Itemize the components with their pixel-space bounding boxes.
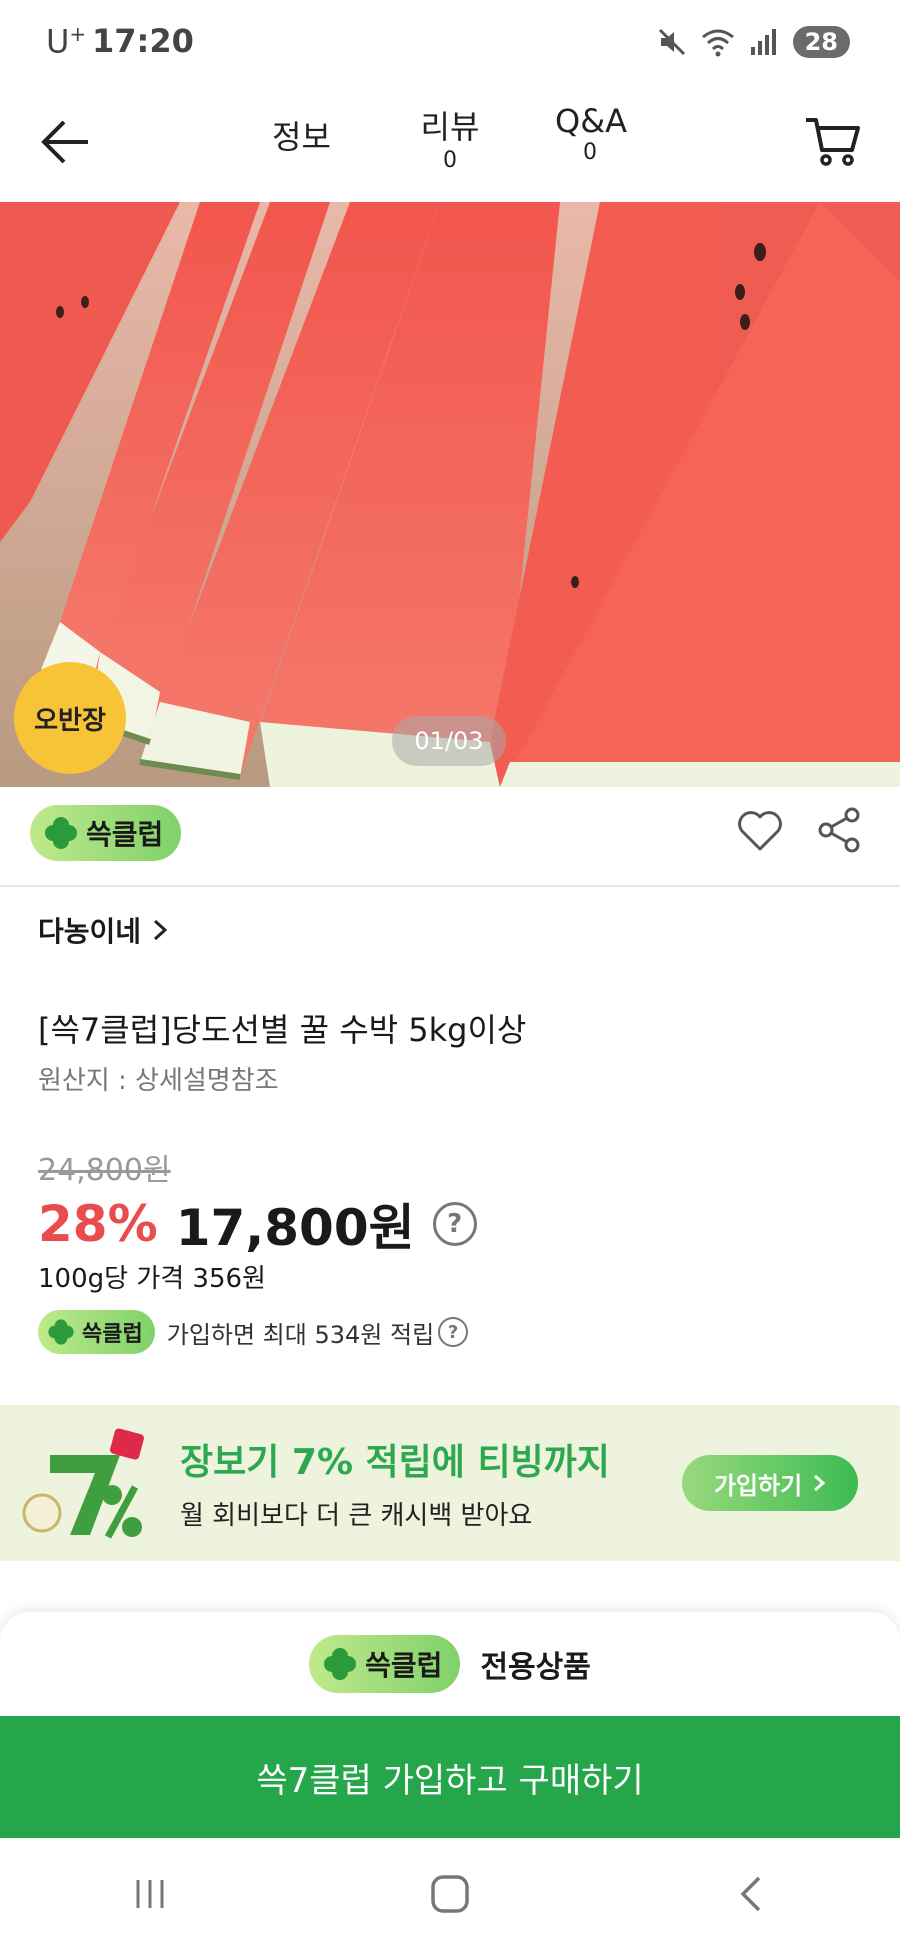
- purchase-sheet: 쓱클럽 전용상품 쓱7클럽 가입하고 구매하기: [0, 1612, 900, 1950]
- join-button[interactable]: 가입하기: [682, 1455, 858, 1511]
- cart-icon: [806, 118, 860, 166]
- club-badge: 쓱클럽: [30, 805, 182, 861]
- club-badge-sheet: 쓱클럽: [309, 1635, 461, 1693]
- chevron-left-icon: [740, 1876, 761, 1912]
- product-detail-screen: U+ 17:20 28 정보 리뷰 0 Q&A 0 오반장 01/03 쓱클럽 …: [0, 0, 900, 1950]
- exclusive-row: 쓱클럽 전용상품: [0, 1612, 900, 1716]
- unit-price: 100g당 가격 356원: [38, 1264, 266, 1294]
- battery-indicator: 28: [792, 26, 850, 58]
- tab-qa-count: 0: [583, 140, 597, 165]
- top-nav: 정보 리뷰 0 Q&A 0: [0, 82, 900, 202]
- product-image-carousel[interactable]: 오반장 01/03: [0, 202, 900, 787]
- status-icons: 28: [657, 22, 850, 62]
- signal-icon: [750, 29, 776, 55]
- product-action-row: 쓱클럽: [0, 787, 900, 887]
- seller-link[interactable]: 다농이네: [38, 910, 169, 950]
- sale-price: 17,800원: [175, 1199, 415, 1257]
- tab-qa-label: Q&A: [555, 102, 628, 140]
- discount-rate: 28%: [38, 1195, 158, 1253]
- product-title: [쓱7클럽]당도선별 꿀 수박 5kg이상: [38, 1011, 527, 1049]
- club-badge-label: 쓱클럽: [86, 818, 164, 851]
- tab-qa[interactable]: Q&A 0: [555, 102, 628, 165]
- clover-icon: [48, 1319, 74, 1345]
- share-icon: [818, 807, 860, 853]
- chevron-right-icon: [814, 1474, 826, 1492]
- clover-icon: [45, 817, 77, 849]
- carrier-label: U+: [46, 22, 87, 61]
- arrow-left-icon: [41, 120, 88, 164]
- price-row: 28% 17,800원 ?: [38, 1188, 477, 1260]
- original-price: 24,800원: [38, 1153, 171, 1188]
- product-origin: 원산지 : 상세설명참조: [38, 1066, 279, 1096]
- club-promo-banner[interactable]: 장보기 7% 적립에 티빙까지 월 회비보다 더 큰 캐시백 받아요 가입하기: [0, 1405, 900, 1561]
- mute-icon: [658, 28, 685, 56]
- status-bar: U+ 17:20 28: [0, 0, 900, 82]
- tab-info-label: 정보: [272, 118, 331, 156]
- promo-subtitle: 월 회비보다 더 큰 캐시백 받아요: [180, 1501, 533, 1531]
- seller-name: 다농이네: [38, 915, 142, 948]
- home-button[interactable]: [420, 1864, 480, 1924]
- system-nav-bar: [0, 1838, 900, 1950]
- watermelon-image: [0, 202, 900, 787]
- tab-review-label: 리뷰: [420, 108, 480, 146]
- club-badge-small-label: 쓱클럽: [82, 1322, 143, 1347]
- join-button-label: 가입하기: [713, 1471, 803, 1500]
- clock: 17:20: [92, 22, 194, 60]
- clover-icon: [324, 1648, 357, 1680]
- price-help-icon[interactable]: ?: [432, 1202, 477, 1246]
- tab-info[interactable]: 정보: [272, 112, 331, 158]
- home-icon: [431, 1875, 469, 1913]
- tab-review[interactable]: 리뷰 0: [420, 102, 480, 173]
- club-badge-small: 쓱클럽: [38, 1310, 155, 1354]
- exclusive-label: 전용상품: [480, 1650, 591, 1685]
- club-badge-sheet-label: 쓱클럽: [365, 1649, 443, 1682]
- promo-title: 장보기 7% 적립에 티빙까지: [180, 1442, 610, 1483]
- wishlist-button[interactable]: [736, 807, 784, 855]
- reward-row: 쓱클럽 가입하면 최대 534원 적립 ?: [38, 1310, 469, 1354]
- reward-text: 가입하면 최대 534원 적립: [166, 1320, 435, 1349]
- tab-review-count: 0: [443, 148, 457, 173]
- recent-apps-icon: [136, 1880, 164, 1908]
- club-7-percent-graphic: [22, 1428, 144, 1539]
- obanjang-badge: 오반장: [14, 662, 126, 774]
- chevron-right-icon: [154, 919, 168, 941]
- wifi-icon: [701, 29, 734, 57]
- cart-button[interactable]: [802, 110, 864, 172]
- back-button[interactable]: [36, 112, 96, 172]
- recent-apps-button[interactable]: [120, 1864, 180, 1924]
- heart-icon: [738, 811, 782, 851]
- system-back-button[interactable]: [720, 1864, 780, 1924]
- join-and-buy-button[interactable]: 쓱7클럽 가입하고 구매하기: [0, 1716, 900, 1838]
- reward-help-icon[interactable]: ?: [438, 1317, 469, 1347]
- image-counter: 01/03: [392, 716, 506, 766]
- share-button[interactable]: [814, 805, 864, 855]
